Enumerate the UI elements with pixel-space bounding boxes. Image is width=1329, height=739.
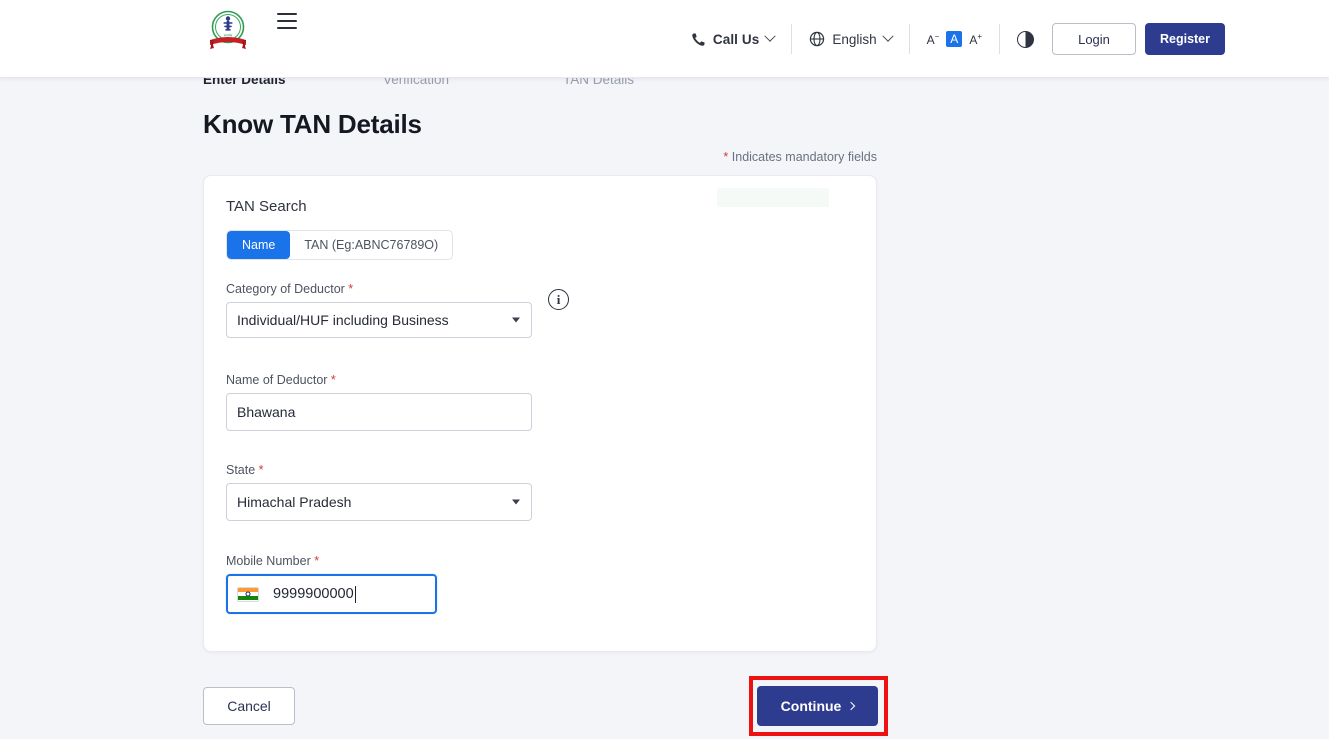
label-state: State * bbox=[226, 463, 532, 477]
font-size-controls: A− A A+ bbox=[927, 31, 982, 47]
cancel-button[interactable]: Cancel bbox=[203, 687, 295, 725]
chevron-down-icon bbox=[882, 31, 893, 42]
value-category-of-deductor: Individual/HUF including Business bbox=[237, 312, 449, 328]
select-state[interactable]: Himachal Pradesh bbox=[226, 483, 532, 521]
language-label: English bbox=[832, 32, 876, 47]
page-title: Know TAN Details bbox=[203, 109, 422, 140]
tan-search-card: TAN Search Name TAN (Eg:ABNC76789O) Cate… bbox=[203, 175, 877, 652]
value-state: Himachal Pradesh bbox=[237, 494, 351, 510]
input-name-of-deductor[interactable]: Bhawana bbox=[226, 393, 532, 431]
label-mobile-number: Mobile Number * bbox=[226, 554, 437, 568]
register-button[interactable]: Register bbox=[1145, 23, 1225, 55]
login-button[interactable]: Login bbox=[1052, 23, 1136, 55]
income-tax-emblem-logo[interactable]: सत्यमेव bbox=[207, 9, 249, 55]
mandatory-note-text: Indicates mandatory fields bbox=[732, 150, 877, 164]
value-name-of-deductor: Bhawana bbox=[237, 404, 295, 420]
input-mobile-number[interactable]: 9999900000 bbox=[226, 574, 437, 614]
field-name-of-deductor: Name of Deductor * Bhawana bbox=[226, 373, 532, 431]
header-divider-1 bbox=[791, 24, 792, 54]
label-name-of-deductor: Name of Deductor * bbox=[226, 373, 532, 387]
value-mobile-number: 9999900000 bbox=[273, 586, 354, 602]
call-us-menu[interactable]: Call Us bbox=[691, 32, 774, 47]
header-divider-3 bbox=[999, 24, 1000, 54]
page-content: Know TAN Details * Indicates mandatory f… bbox=[0, 78, 1329, 739]
continue-label: Continue bbox=[781, 698, 842, 714]
chevron-right-icon bbox=[847, 702, 855, 710]
svg-text:सत्यमेव: सत्यमेव bbox=[224, 34, 233, 38]
font-normal-button[interactable]: A bbox=[946, 31, 962, 47]
contrast-toggle-icon[interactable] bbox=[1017, 31, 1034, 48]
search-type-toggle: Name TAN (Eg:ABNC76789O) bbox=[226, 230, 453, 260]
hamburger-menu-icon[interactable] bbox=[277, 13, 297, 29]
toggle-option-tan[interactable]: TAN (Eg:ABNC76789O) bbox=[290, 231, 452, 259]
field-state: State * Himachal Pradesh bbox=[226, 463, 532, 521]
toggle-option-name[interactable]: Name bbox=[227, 231, 290, 259]
select-category-of-deductor[interactable]: Individual/HUF including Business bbox=[226, 302, 532, 338]
chevron-down-icon bbox=[512, 500, 520, 505]
field-mobile-number: Mobile Number * 9999900000 bbox=[226, 554, 437, 614]
site-header: सत्यमेव Call Us English bbox=[0, 0, 1329, 78]
call-us-label: Call Us bbox=[713, 32, 759, 47]
chevron-down-icon bbox=[512, 318, 520, 323]
text-cursor bbox=[355, 586, 356, 603]
info-icon[interactable]: i bbox=[548, 289, 569, 310]
font-increase-button[interactable]: A+ bbox=[969, 33, 982, 46]
india-flag-icon bbox=[237, 587, 259, 602]
globe-icon bbox=[809, 31, 825, 47]
phone-icon bbox=[691, 32, 706, 47]
font-decrease-button[interactable]: A− bbox=[927, 33, 940, 46]
header-divider-2 bbox=[909, 24, 910, 54]
language-selector[interactable]: English bbox=[809, 31, 891, 47]
field-category-of-deductor: Category of Deductor * Individual/HUF in… bbox=[226, 282, 532, 338]
header-utility-bar: Call Us English A− A A+ Login Register bbox=[691, 0, 1225, 78]
render-artifact bbox=[717, 188, 829, 207]
continue-button[interactable]: Continue bbox=[757, 686, 878, 726]
chevron-down-icon bbox=[765, 31, 776, 42]
card-title: TAN Search bbox=[226, 198, 307, 215]
mandatory-asterisk: * bbox=[723, 150, 728, 164]
label-category-of-deductor: Category of Deductor * bbox=[226, 282, 532, 296]
mandatory-fields-note: * Indicates mandatory fields bbox=[0, 150, 877, 164]
